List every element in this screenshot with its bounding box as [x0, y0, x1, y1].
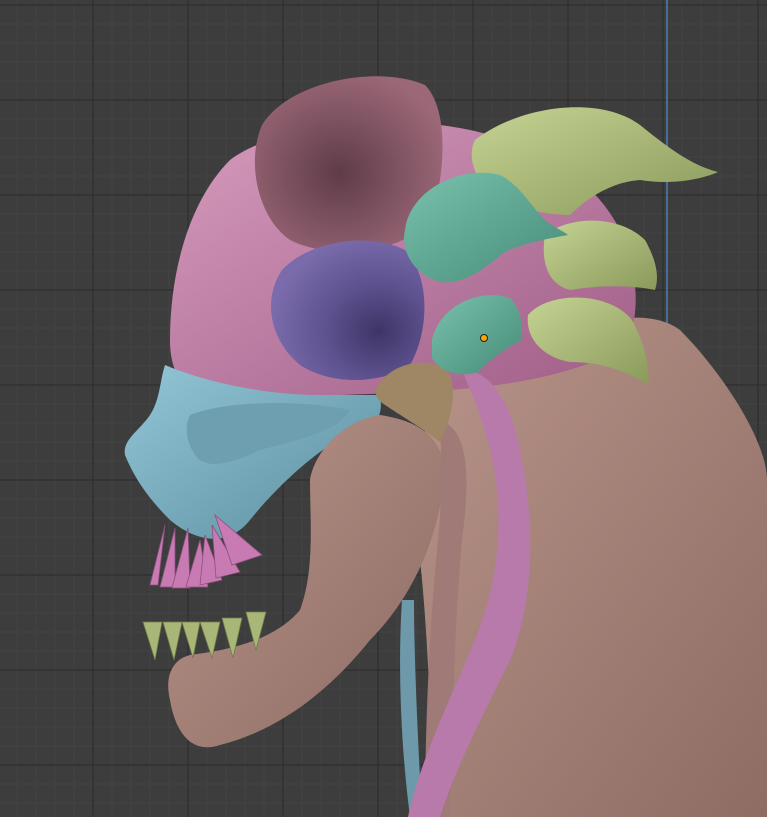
- lower-tooth[interactable]: [142, 621, 163, 661]
- eye-socket[interactable]: [270, 240, 425, 380]
- 3d-viewport[interactable]: [0, 0, 767, 817]
- creature-skull-model[interactable]: [0, 0, 767, 817]
- object-origin-point[interactable]: [480, 334, 488, 342]
- lower-tooth[interactable]: [181, 621, 201, 659]
- lower-tooth[interactable]: [162, 621, 183, 661]
